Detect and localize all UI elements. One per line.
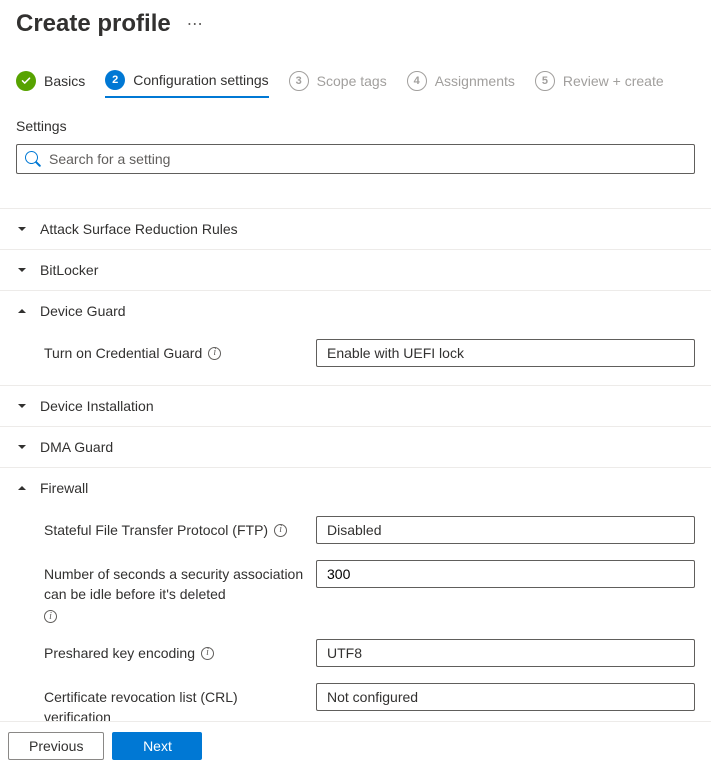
dropdown-value: Not configured: [327, 689, 418, 705]
setting-label: Stateful File Transfer Protocol (FTP): [44, 520, 268, 540]
search-box[interactable]: [16, 144, 695, 174]
setting-label: Number of seconds a security association…: [44, 564, 304, 604]
section-title-settings: Settings: [0, 104, 711, 144]
info-icon[interactable]: i: [44, 610, 57, 623]
step-label: Configuration settings: [133, 72, 268, 88]
category-label: DMA Guard: [40, 439, 113, 455]
previous-button[interactable]: Previous: [8, 732, 104, 760]
page-title: Create profile: [16, 10, 171, 38]
footer: Previous Next: [0, 721, 711, 770]
category-label: Attack Surface Reduction Rules: [40, 221, 238, 237]
step-number-icon: 2: [105, 70, 125, 90]
step-scope-tags[interactable]: 3 Scope tags: [289, 71, 387, 97]
page-header: Create profile ⋯: [0, 0, 711, 46]
step-label: Basics: [44, 73, 85, 89]
step-number-icon: 3: [289, 71, 309, 91]
more-icon[interactable]: ⋯: [187, 14, 203, 34]
info-icon[interactable]: i: [201, 647, 214, 660]
step-number-icon: 4: [407, 71, 427, 91]
step-basics[interactable]: Basics: [16, 71, 85, 97]
chevron-down-icon: [16, 223, 28, 235]
setting-ftp: Stateful File Transfer Protocol (FTP) i …: [0, 508, 711, 552]
step-label: Review + create: [563, 73, 664, 89]
category-label: Firewall: [40, 480, 88, 496]
idle-seconds-input[interactable]: [316, 560, 695, 588]
setting-idle-seconds: Number of seconds a security association…: [0, 552, 711, 631]
search-input[interactable]: [41, 149, 686, 169]
category-firewall[interactable]: Firewall: [0, 468, 711, 508]
dropdown-value: Enable with UEFI lock: [327, 345, 464, 361]
dropdown-value: UTF8: [327, 645, 362, 661]
search-wrap: [16, 144, 695, 174]
chevron-up-icon: [16, 305, 28, 317]
ftp-dropdown[interactable]: Disabled: [316, 516, 695, 544]
dropdown-value: Disabled: [327, 522, 381, 538]
search-icon: [25, 151, 41, 167]
step-label: Scope tags: [317, 73, 387, 89]
step-label: Assignments: [435, 73, 515, 89]
step-assignments[interactable]: 4 Assignments: [407, 71, 515, 97]
category-bitlocker[interactable]: BitLocker: [0, 250, 711, 291]
step-review-create[interactable]: 5 Review + create: [535, 71, 664, 97]
setting-preshared-key-encoding: Preshared key encoding i UTF8: [0, 631, 711, 675]
categories-list: Attack Surface Reduction Rules BitLocker…: [0, 208, 711, 754]
setting-label: Turn on Credential Guard: [44, 343, 202, 363]
credential-guard-dropdown[interactable]: Enable with UEFI lock: [316, 339, 695, 367]
category-dma-guard[interactable]: DMA Guard: [0, 427, 711, 468]
crl-dropdown[interactable]: Not configured: [316, 683, 695, 711]
category-label: Device Guard: [40, 303, 126, 319]
wizard-steps: Basics 2 Configuration settings 3 Scope …: [0, 46, 711, 104]
category-label: BitLocker: [40, 262, 98, 278]
step-number-icon: 5: [535, 71, 555, 91]
setting-credential-guard: Turn on Credential Guard i Enable with U…: [0, 331, 711, 375]
step-configuration-settings[interactable]: 2 Configuration settings: [105, 70, 268, 98]
setting-label: Preshared key encoding: [44, 643, 195, 663]
check-icon: [16, 71, 36, 91]
info-icon[interactable]: i: [208, 347, 221, 360]
next-button[interactable]: Next: [112, 732, 202, 760]
category-device-installation[interactable]: Device Installation: [0, 386, 711, 427]
category-label: Device Installation: [40, 398, 154, 414]
category-device-guard[interactable]: Device Guard: [0, 291, 711, 331]
chevron-down-icon: [16, 264, 28, 276]
chevron-up-icon: [16, 482, 28, 494]
info-icon[interactable]: i: [274, 524, 287, 537]
preshared-key-dropdown[interactable]: UTF8: [316, 639, 695, 667]
category-attack-surface-reduction[interactable]: Attack Surface Reduction Rules: [0, 209, 711, 250]
chevron-down-icon: [16, 400, 28, 412]
chevron-down-icon: [16, 441, 28, 453]
